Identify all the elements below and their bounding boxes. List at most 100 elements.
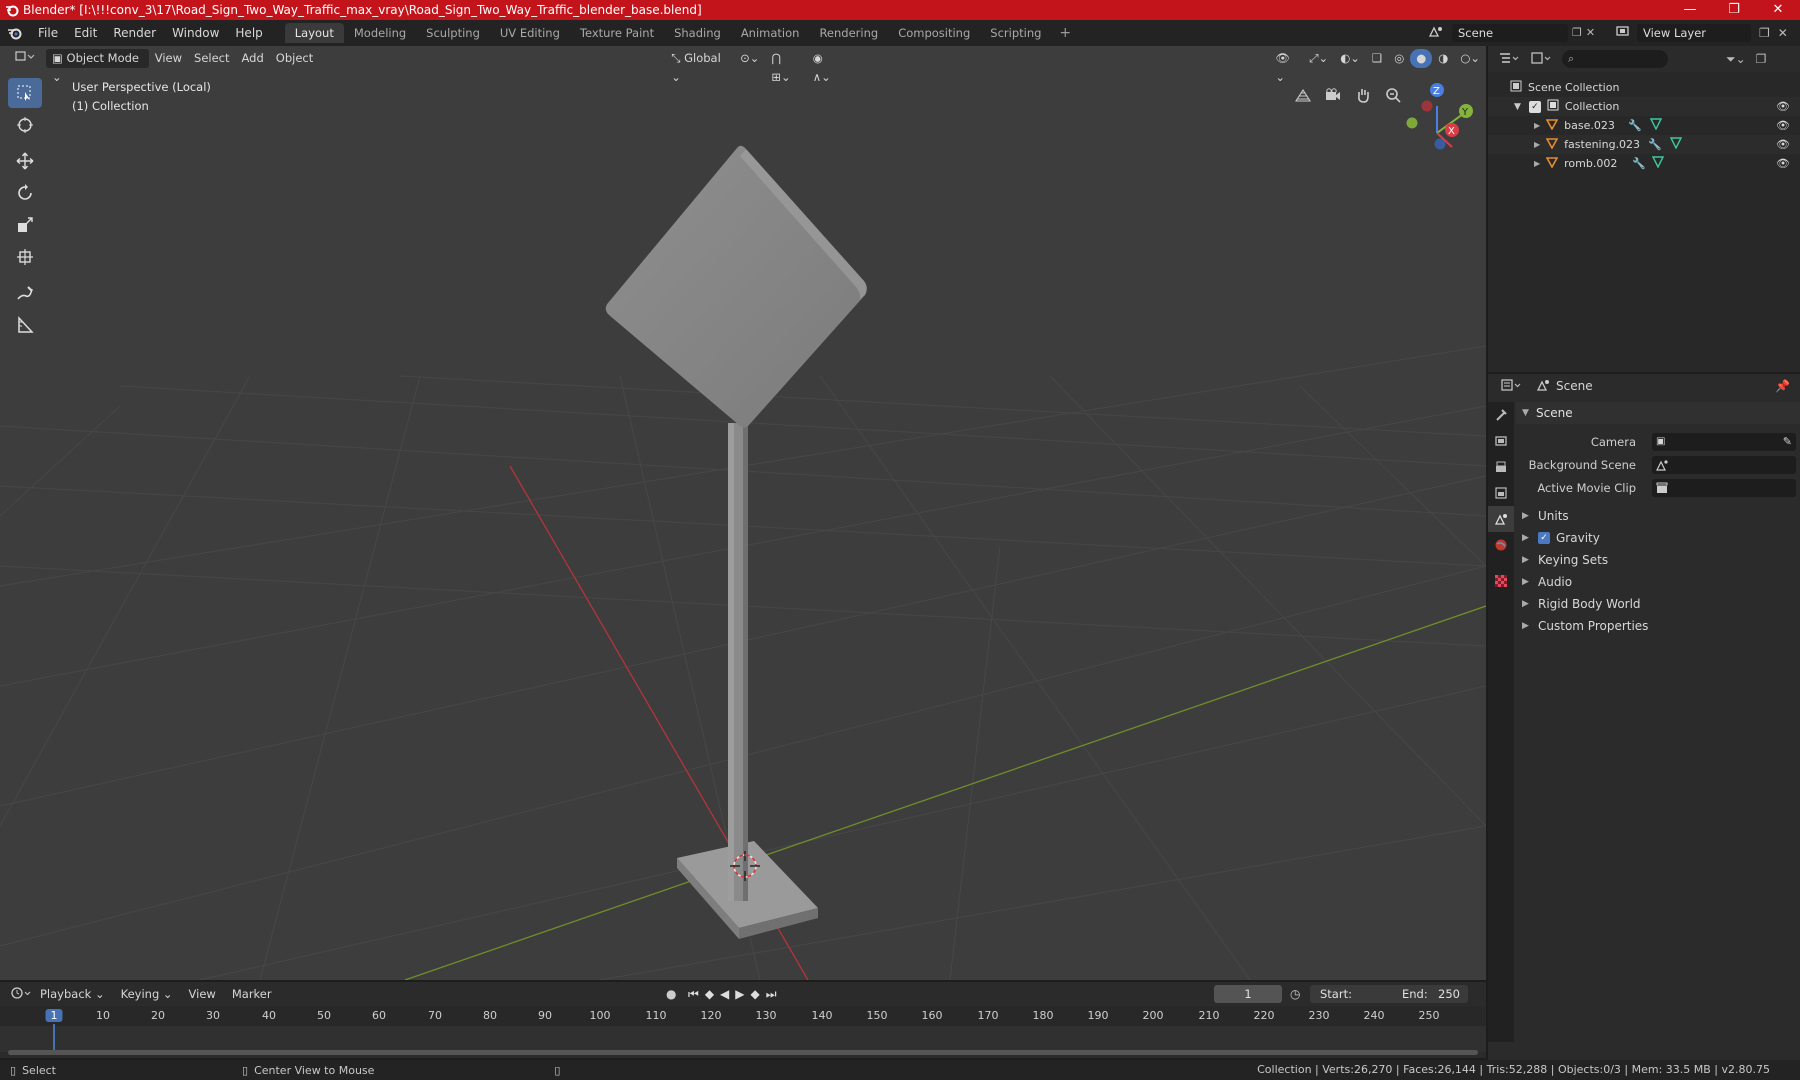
shading-material-icon[interactable]: ◑ <box>1432 49 1454 68</box>
display-mode-icon[interactable] <box>1530 51 1552 68</box>
3d-viewport[interactable]: Z Y X ▣ Object Mode ⌄ View Select Add Ob… <box>0 46 1486 980</box>
scale-tool-icon[interactable] <box>8 210 42 240</box>
timeline-scrollbar[interactable] <box>8 1050 1478 1055</box>
tab-layout[interactable]: Layout <box>284 23 344 43</box>
pivot-point-icon[interactable]: ⊙⌄ <box>734 49 765 68</box>
playhead[interactable] <box>53 1024 55 1052</box>
tab-modeling[interactable]: Modeling <box>344 23 416 43</box>
grid-view-icon[interactable] <box>1290 82 1316 108</box>
tab-rendering[interactable]: Rendering <box>809 23 888 43</box>
outliner-item-romb[interactable]: ▶ romb.002 🔧 👁 <box>1488 154 1800 173</box>
annotate-tool-icon[interactable] <box>8 278 42 308</box>
units-section[interactable]: ▶ Units <box>1516 505 1800 527</box>
custom-properties-section[interactable]: ▶ Custom Properties <box>1516 615 1800 637</box>
menu-help[interactable]: Help <box>227 26 270 40</box>
outliner-search-input[interactable]: ⌕ <box>1562 50 1668 68</box>
jump-start-icon[interactable]: ⏮ <box>688 987 705 1001</box>
background-scene-field[interactable] <box>1652 455 1796 474</box>
world-tab-icon[interactable] <box>1488 532 1514 558</box>
cursor-tool-icon[interactable] <box>8 110 42 140</box>
timeline-editor-icon[interactable] <box>10 986 32 1003</box>
rigid-body-world-section[interactable]: ▶ Rigid Body World <box>1516 593 1800 615</box>
object-menu[interactable]: Object <box>270 49 319 68</box>
outliner-scene-collection[interactable]: Scene Collection <box>1488 78 1800 97</box>
mesh-data-icon[interactable] <box>1649 118 1663 133</box>
visibility-eye-icon[interactable]: 👁 <box>1776 119 1790 132</box>
render-tab-icon[interactable] <box>1488 428 1514 454</box>
output-tab-icon[interactable] <box>1488 454 1514 480</box>
object-mode-dropdown[interactable]: ▣ Object Mode ⌄ <box>46 48 149 84</box>
modifier-wrench-icon[interactable]: 🔧 <box>1632 157 1646 170</box>
keying-sets-section[interactable]: ▶ Keying Sets <box>1516 549 1800 571</box>
mesh-data-icon[interactable] <box>1669 137 1683 152</box>
scene-field[interactable]: Scene <box>1452 23 1568 42</box>
tab-texture-paint[interactable]: Texture Paint <box>570 23 664 43</box>
new-scene-icon[interactable]: ❐ <box>1572 26 1582 39</box>
view-layer-field[interactable]: View Layer <box>1637 23 1751 42</box>
scene-icon[interactable] <box>1428 24 1444 41</box>
gizmo-toggle-icon[interactable]: ⤢⌄ <box>1303 49 1334 68</box>
active-movie-clip-field[interactable] <box>1652 478 1796 497</box>
remove-scene-icon[interactable]: ✕ <box>1586 26 1595 39</box>
frame-tick[interactable]: 1 <box>45 1009 63 1022</box>
modifier-wrench-icon[interactable]: 🔧 <box>1648 138 1662 151</box>
prev-keyframe-icon[interactable]: ◆ <box>705 987 720 1001</box>
end-frame-field[interactable]: End: 250 <box>1394 985 1468 1003</box>
visibility-eye-icon[interactable]: 👁 <box>1776 157 1790 170</box>
add-menu[interactable]: Add <box>236 49 270 68</box>
view-layer-tab-icon[interactable] <box>1488 480 1514 506</box>
play-reverse-icon[interactable]: ◀ <box>720 987 735 1001</box>
pin-icon[interactable]: 📌 <box>1775 379 1790 393</box>
minimize-button[interactable]: — <box>1668 0 1712 20</box>
outliner-collection[interactable]: ▼ ✓ Collection 👁 <box>1488 97 1800 116</box>
zoom-view-icon[interactable] <box>1380 82 1406 108</box>
marker-menu[interactable]: Marker <box>224 987 280 1001</box>
shading-solid-icon[interactable]: ● <box>1410 48 1433 68</box>
gravity-checkbox[interactable]: ✓ <box>1538 532 1550 544</box>
overlay-toggle-icon[interactable]: ◐⌄ <box>1334 49 1366 68</box>
collapse-arrow-icon[interactable]: ▼ <box>1514 102 1521 112</box>
mesh-data-icon[interactable] <box>1651 156 1665 171</box>
menu-file[interactable]: File <box>30 26 66 40</box>
tab-sculpting[interactable]: Sculpting <box>416 23 490 43</box>
blender-menu-icon[interactable] <box>0 26 30 40</box>
camera-view-icon[interactable] <box>1320 82 1346 108</box>
visibility-icon[interactable]: 👁⌄ <box>1269 49 1303 84</box>
tool-tab-icon[interactable] <box>1488 402 1514 428</box>
snap-icon[interactable]: ⋂ ⊞⌄ <box>765 49 806 84</box>
editor-type-icon[interactable] <box>8 49 42 68</box>
shading-rendered-icon[interactable]: ○⌄ <box>1454 49 1486 68</box>
view-layer-icon[interactable] <box>1615 24 1631 41</box>
jump-end-icon[interactable]: ⏭ <box>766 987 783 1001</box>
audio-section[interactable]: ▶ Audio <box>1516 571 1800 593</box>
collection-checkbox[interactable]: ✓ <box>1528 100 1541 113</box>
filter-icon[interactable]: ⏷⌄ <box>1726 52 1746 67</box>
outliner-editor-icon[interactable] <box>1498 51 1520 68</box>
properties-editor-icon[interactable] <box>1500 378 1522 395</box>
scene-panel-header[interactable]: ▼ Scene <box>1516 402 1800 424</box>
new-collection-icon[interactable]: ❐ <box>1756 52 1767 66</box>
expand-arrow-icon[interactable]: ▶ <box>1534 121 1540 130</box>
play-icon[interactable]: ▶ <box>735 987 750 1001</box>
tab-scripting[interactable]: Scripting <box>980 23 1051 43</box>
visibility-eye-icon[interactable]: 👁 <box>1776 138 1790 151</box>
expand-arrow-icon[interactable]: ▶ <box>1534 159 1540 168</box>
remove-view-layer-icon[interactable]: ✕ <box>1778 26 1788 40</box>
camera-field[interactable]: ▣ ✎ <box>1652 432 1796 451</box>
view-menu[interactable]: View <box>149 49 188 68</box>
move-tool-icon[interactable] <box>8 146 42 176</box>
eyedropper-icon[interactable]: ✎ <box>1783 435 1792 448</box>
tab-shading[interactable]: Shading <box>664 23 731 43</box>
outliner-item-fastening[interactable]: ▶ fastening.023 🔧 👁 <box>1488 135 1800 154</box>
transform-tool-icon[interactable] <box>8 242 42 272</box>
gravity-section[interactable]: ▶ ✓ Gravity <box>1516 527 1800 549</box>
proportional-editing-icon[interactable]: ◉ ∧⌄ <box>807 49 848 84</box>
maximize-button[interactable]: ❐ <box>1712 0 1756 20</box>
outliner-item-base[interactable]: ▶ base.023 🔧 👁 <box>1488 116 1800 135</box>
measure-tool-icon[interactable] <box>8 310 42 340</box>
tab-uv-editing[interactable]: UV Editing <box>490 23 570 43</box>
new-view-layer-icon[interactable]: ❐ <box>1759 26 1770 40</box>
timeline-view-menu[interactable]: View <box>181 987 224 1001</box>
select-box-tool-icon[interactable] <box>8 78 42 108</box>
record-button[interactable]: ● <box>666 987 676 1001</box>
